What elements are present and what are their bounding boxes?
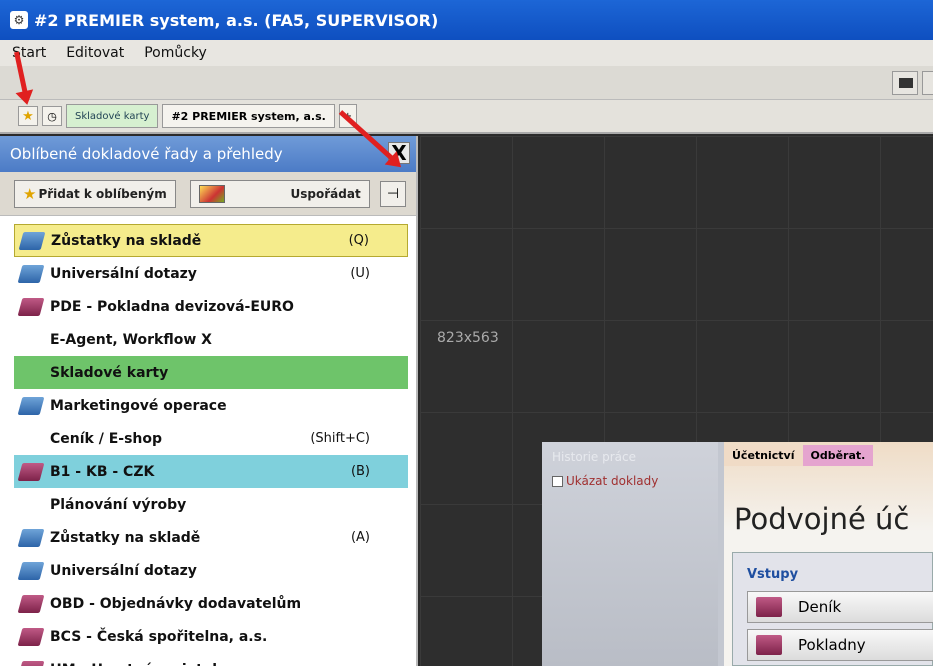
app-window: ⚙ #2 PREMIER system, a.s. (FA5, SUPERVIS… [0, 0, 933, 666]
panel-header: Oblíbené dokladové řady a přehledy X [0, 136, 416, 172]
monitor-icon [899, 78, 913, 88]
tab-skladove-karty[interactable]: Skladové karty [66, 104, 159, 128]
arrange-icon [198, 184, 225, 203]
book-blue-icon [17, 264, 45, 283]
checkbox-icon [552, 475, 563, 487]
show-documents-label: Ukázat doklady [566, 474, 659, 488]
history-button[interactable]: ◷ [42, 106, 62, 126]
favorite-item[interactable]: Skladové karty [14, 356, 408, 389]
favorite-item-label: BCS - Česká spořitelna, a.s. [50, 628, 268, 645]
workspace-size-label: 823x563 [437, 330, 499, 346]
journal-label: Deník [798, 598, 842, 616]
toolbar [0, 66, 933, 100]
menu-bar: Start Editovat Pomůcky [0, 40, 933, 66]
favorite-item[interactable]: Zůstatky na skladě (A) [14, 521, 408, 554]
arrange-label: Uspořádat [290, 186, 361, 201]
history-panel: Historie práce Ukázat doklady [542, 442, 718, 666]
accounting-panel: Účetnictví Odběrat. Podvojné úč Vstupy D… [724, 442, 933, 666]
app-icon: ⚙ [10, 11, 28, 29]
favorite-item-label: Ceník / E-shop [50, 430, 163, 447]
favorite-item-label: B1 - KB - CZK [50, 463, 155, 480]
tab-ucetnictvi[interactable]: Účetnictví [724, 445, 803, 466]
favorite-item-shortcut: (B) [350, 464, 370, 479]
book-blue-icon [17, 528, 45, 547]
favorite-item[interactable]: Ceník / E-shop (Shift+C) [14, 422, 408, 455]
favorite-item-label: Universální dotazy [50, 562, 197, 579]
menu-start[interactable]: Start [0, 45, 56, 61]
clock-icon: ◷ [47, 109, 57, 123]
favorite-item[interactable]: HM - Hmotný majetek [14, 653, 408, 666]
book-maroon-icon [17, 594, 45, 613]
empty-icon [18, 331, 45, 349]
book-maroon-icon [17, 297, 45, 316]
star-icon: ★ [22, 108, 34, 124]
book-icon [756, 597, 782, 617]
favorite-item[interactable]: BCS - Česká spořitelna, a.s. [14, 620, 408, 653]
inputs-group-label: Vstupy [747, 567, 799, 582]
favorite-item-label: Plánování výroby [50, 496, 187, 513]
book-icon [756, 635, 782, 655]
favorite-item-label: Skladové karty [50, 364, 169, 381]
history-title: Historie práce [552, 450, 637, 464]
favorite-item-label: HM - Hmotný majetek [50, 662, 222, 666]
empty-icon [18, 496, 45, 514]
favorite-item[interactable]: Plánování výroby [14, 488, 408, 521]
tab-odberat[interactable]: Odběrat. [802, 445, 874, 466]
favorite-item[interactable]: Universální dotazy (U) [14, 257, 408, 290]
favorite-item-label: Marketingové operace [50, 397, 227, 414]
module-tabs: Účetnictví Odběrat. [724, 442, 933, 466]
book-blue-icon [17, 396, 45, 415]
book-blue-icon [17, 561, 45, 580]
favorite-item-label: Zůstatky na skladě [51, 232, 202, 249]
book-maroon-icon [17, 627, 45, 646]
favorite-item[interactable]: B1 - KB - CZK (B) [14, 455, 408, 488]
show-documents-checkbox[interactable]: Ukázat doklady [552, 474, 658, 488]
journal-button[interactable]: Deník [747, 591, 933, 623]
favorite-item[interactable]: PDE - Pokladna devizová-EURO [14, 290, 408, 323]
favorite-item[interactable]: Zůstatky na skladě (Q) [14, 224, 408, 257]
favorite-item[interactable]: Universální dotazy [14, 554, 408, 587]
favorite-item[interactable]: E-Agent, Workflow X [14, 323, 408, 356]
favorites-list: Zůstatky na skladě (Q) Universální dotazy (… [14, 224, 408, 666]
favorite-item-shortcut: (U) [350, 266, 370, 281]
tab-bar: ★ ◷ Skladové karty #2 PREMIER system, a.… [0, 100, 933, 134]
menu-pomucky[interactable]: Pomůcky [134, 45, 217, 61]
favorite-item-label: E-Agent, Workflow X [50, 331, 212, 348]
pin-button[interactable]: ⊣ [380, 181, 406, 207]
favorite-item-label: PDE - Pokladna devizová-EURO [50, 298, 294, 315]
module-heading: Podvojné úč [734, 502, 910, 536]
cash-desks-button[interactable]: Pokladny [747, 629, 933, 661]
book-maroon-icon [17, 660, 45, 666]
favorites-panel: Oblíbené dokladové řady a přehledy X ★ P… [0, 136, 418, 666]
arrange-button[interactable]: Uspořádat [189, 179, 370, 208]
favorite-item-label: OBD - Objednávky dodavatelům [50, 595, 302, 612]
toolbar-extra-button[interactable] [922, 71, 933, 95]
monitor-button[interactable] [892, 71, 918, 95]
book-maroon-icon [17, 462, 45, 481]
favorite-item[interactable]: OBD - Objednávky dodavatelům [14, 587, 408, 620]
favorite-item-label: Universální dotazy [50, 265, 197, 282]
add-favorite-label: Přidat k oblíbeným [38, 186, 167, 201]
pin-icon: ⊣ [386, 186, 400, 202]
favorites-button[interactable]: ★ [18, 106, 38, 126]
panel-title: Oblíbené dokladové řady a přehledy [10, 145, 283, 163]
favorite-item-shortcut: (Shift+C) [310, 431, 370, 446]
add-favorite-button[interactable]: ★ Přidat k oblíbeným [14, 179, 176, 208]
favorite-item-label: Zůstatky na skladě [50, 529, 201, 546]
cash-desks-label: Pokladny [798, 636, 866, 654]
empty-icon [18, 364, 45, 382]
empty-icon [18, 430, 45, 448]
window-title: #2 PREMIER system, a.s. (FA5, SUPERVISOR… [34, 10, 439, 30]
inner-window: Historie práce Ukázat doklady Účetnictví… [542, 442, 933, 666]
title-bar: ⚙ #2 PREMIER system, a.s. (FA5, SUPERVIS… [0, 0, 933, 40]
book-blue-icon [18, 231, 46, 250]
inputs-group: Vstupy Deník Pokladny [732, 552, 933, 666]
panel-toolbar: ★ Přidat k oblíbeným Uspořádat ⊣ [0, 172, 416, 216]
favorite-item-shortcut: (A) [350, 530, 370, 545]
tab-premier-system[interactable]: #2 PREMIER system, a.s. [162, 104, 335, 128]
star-icon: ★ [23, 184, 37, 203]
favorite-item-shortcut: (Q) [348, 233, 369, 248]
menu-editovat[interactable]: Editovat [56, 45, 134, 61]
favorite-item[interactable]: Marketingové operace [14, 389, 408, 422]
